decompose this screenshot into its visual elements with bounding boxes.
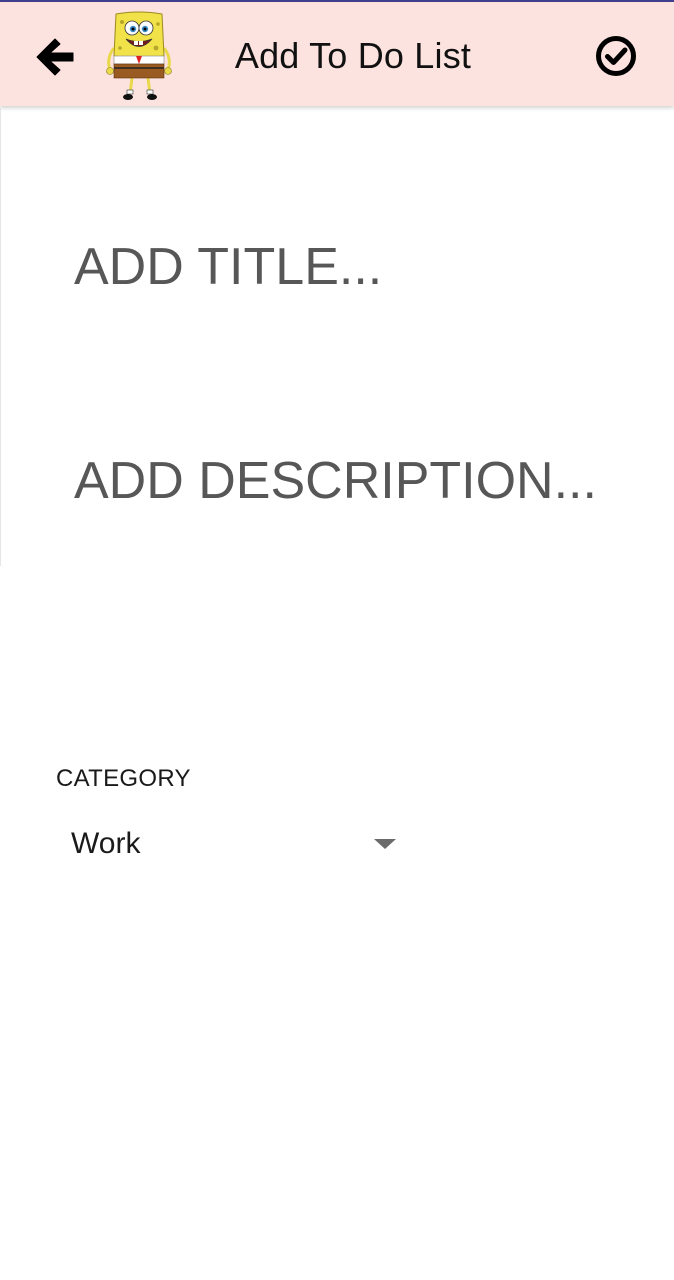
- spongebob-mascot-icon: [100, 8, 178, 102]
- page-title: Add To Do List: [234, 35, 472, 76]
- check-circle-icon: [596, 36, 636, 76]
- add-todo-screen: Add To Do List CATEGORY Work: [0, 0, 674, 1280]
- arrow-left-icon: [36, 38, 74, 76]
- description-input[interactable]: [66, 446, 656, 516]
- category-label: CATEGORY: [56, 765, 191, 792]
- back-button[interactable]: [30, 32, 80, 82]
- category-selected-value: Work: [71, 827, 141, 860]
- app-bar: Add To Do List: [0, 2, 674, 106]
- title-input[interactable]: [66, 232, 656, 302]
- save-button[interactable]: [592, 32, 640, 80]
- category-dropdown[interactable]: Work: [56, 815, 406, 873]
- caret-down-icon: [374, 839, 396, 849]
